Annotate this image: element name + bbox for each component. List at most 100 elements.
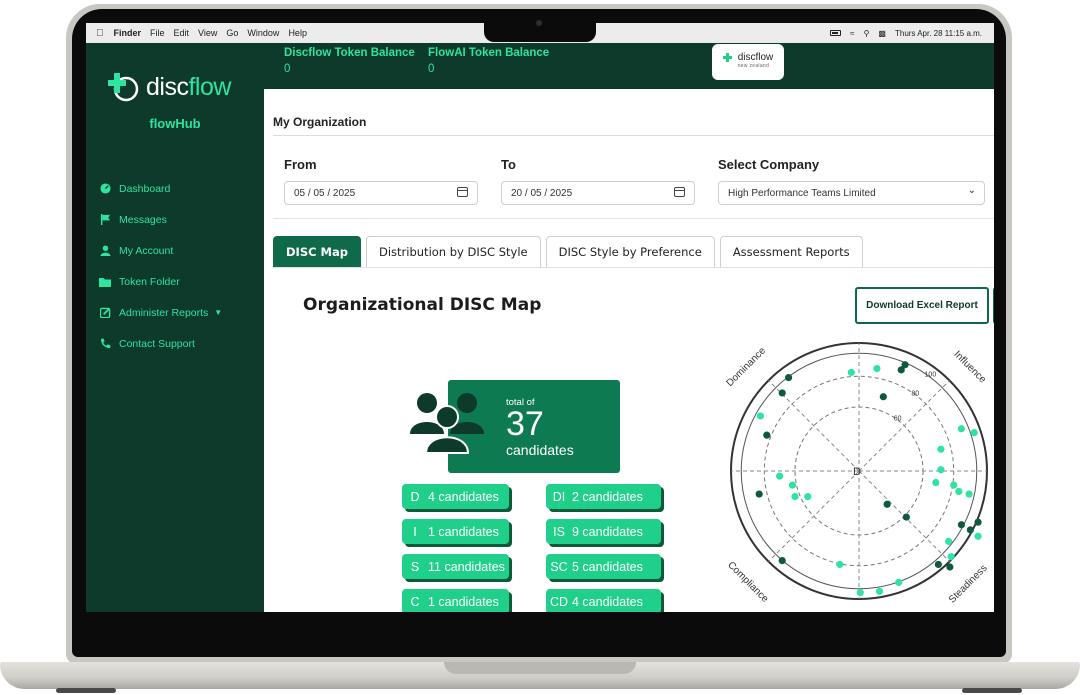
camera-notch [484,14,596,42]
data-point [895,578,903,586]
disc-style-pill[interactable]: IS 9 candidates [546,519,661,544]
laptop-frame:  Finder File Edit View Go Window Help ≈… [0,0,1080,695]
from-date-input[interactable]: 05 / 05 / 2025 [284,181,478,205]
total-suffix: candidates [506,442,574,458]
data-point [763,431,771,439]
sidebar-item-label: Administer Reports [119,306,209,319]
flowai-balance-value: 0 [428,63,435,75]
discflow-nz-badge[interactable]: discflow new zealand [712,44,784,80]
axis-label-influence: Influence [952,349,989,386]
people-group-icon [410,393,484,454]
disc-style-pill[interactable]: S 11 candidates [402,554,509,579]
menu-window[interactable]: Window [247,28,279,38]
tab-distribution-by-disc-style[interactable]: Distribution by DISC Style [366,236,541,267]
data-point [946,563,954,571]
data-point [937,445,945,453]
menu-help[interactable]: Help [288,28,307,38]
disc-style-pill[interactable]: SC 5 candidates [546,554,661,579]
data-point [804,493,812,501]
menubar-datetime[interactable]: Thurs Apr. 28 11:15 a.m. [895,29,982,38]
secondary-action-button[interactable] [993,287,994,324]
sidebar-item-messages[interactable]: Messages [94,204,264,235]
tab-disc-map[interactable]: DISC Map [273,236,361,267]
data-point [755,490,763,498]
data-point [937,466,945,474]
sidebar-item-administer-reports[interactable]: Administer Reports ▼ [94,297,264,328]
pill-code: CD [549,594,569,609]
pill-code: I [413,524,417,539]
data-point [879,393,887,401]
chevron-down-icon[interactable]: ⌄ [968,185,976,196]
folder-icon [94,277,116,287]
panel-title: Organizational DISC Map [303,295,542,315]
chevron-down-icon[interactable]: ▼ [214,308,222,317]
discflow-logo[interactable]: discflow [108,70,231,104]
sidebar-item-dashboard[interactable]: Dashboard [94,173,264,204]
data-point [883,500,891,508]
menubar-status: ≈ ⚲ ▩ Thurs Apr. 28 11:15 a.m. [830,29,982,38]
data-point [955,487,963,496]
menu-go[interactable]: Go [226,28,238,38]
sidebar-nav: Dashboard Messages My Account Token Fold… [94,173,264,359]
disc-style-pill[interactable]: DI 2 candidates [546,484,661,509]
pill-code: SC [550,559,568,574]
company-label: Select Company [718,157,820,172]
data-point [974,532,982,540]
menu-file[interactable]: File [150,28,165,38]
tab-disc-style-by-preference[interactable]: DISC Style by Preference [545,236,715,267]
sidebar-item-contact-support[interactable]: Contact Support [94,328,264,359]
laptop-base-groove [444,662,636,674]
discflow-balance-label: Discflow Token Balance [284,47,415,59]
calendar-icon[interactable] [457,187,468,197]
data-point [947,553,955,561]
sidebar-item-my-account[interactable]: My Account [94,235,264,266]
menu-finder[interactable]: Finder [114,28,142,38]
company-select[interactable]: High Performance Teams Limited ⌄ [718,181,985,205]
data-point [836,560,844,569]
disc-style-pill[interactable]: I 1 candidates [402,519,509,544]
download-excel-button[interactable]: Download Excel Report [855,287,989,324]
disc-style-pill[interactable]: D 4 candidates [402,484,509,509]
calendar-icon[interactable] [674,187,685,197]
control-center-icon[interactable]: ▩ [878,29,886,38]
data-point [756,412,765,420]
top-bar: Discflow Token Balance 0 FlowAI Token Ba… [264,43,994,89]
divider [273,218,994,219]
center-label: D [853,466,861,478]
sidebar-item-token-folder[interactable]: Token Folder [94,266,264,297]
disc-style-pill[interactable]: CD 4 candidates [546,589,661,612]
menu-view[interactable]: View [198,28,217,38]
search-icon[interactable]: ⚲ [864,29,870,38]
pill-text: 2 candidates [572,489,643,504]
laptop-foot-left [56,688,116,693]
disc-style-pill[interactable]: C 1 candidates [402,589,509,612]
pill-code: IS [553,524,565,539]
data-point [974,518,982,526]
divider [273,135,994,136]
pill-text: 4 candidates [572,594,643,609]
data-point [875,587,884,595]
pill-text: 9 candidates [572,524,643,539]
data-point [785,373,793,382]
wifi-icon[interactable]: ≈ [850,29,854,38]
ring-label: 60 [894,416,902,423]
disc-map-panel: Organizational DISC Map Download Excel R… [273,267,994,612]
tab-assessment-reports[interactable]: Assessment Reports [719,236,863,267]
to-label: To [501,157,516,172]
to-date-input[interactable]: 20 / 05 / 2025 [501,181,695,205]
data-point [957,521,965,529]
data-point [778,557,786,565]
data-point [945,537,953,545]
apple-icon[interactable]:  [96,28,104,39]
axis-label-dominance: Dominance [724,345,768,389]
page-title: My Organization [273,115,367,129]
laptop-foot-right [962,688,1022,693]
pill-code: DI [552,489,566,504]
data-point [788,481,797,489]
battery-icon[interactable] [830,30,842,36]
user-icon [94,245,116,256]
menu-edit[interactable]: Edit [174,28,190,38]
sidebar-item-label: Messages [119,213,167,226]
sidebar-item-label: Dashboard [119,182,171,195]
to-date-value: 20 / 05 / 2025 [511,187,573,199]
